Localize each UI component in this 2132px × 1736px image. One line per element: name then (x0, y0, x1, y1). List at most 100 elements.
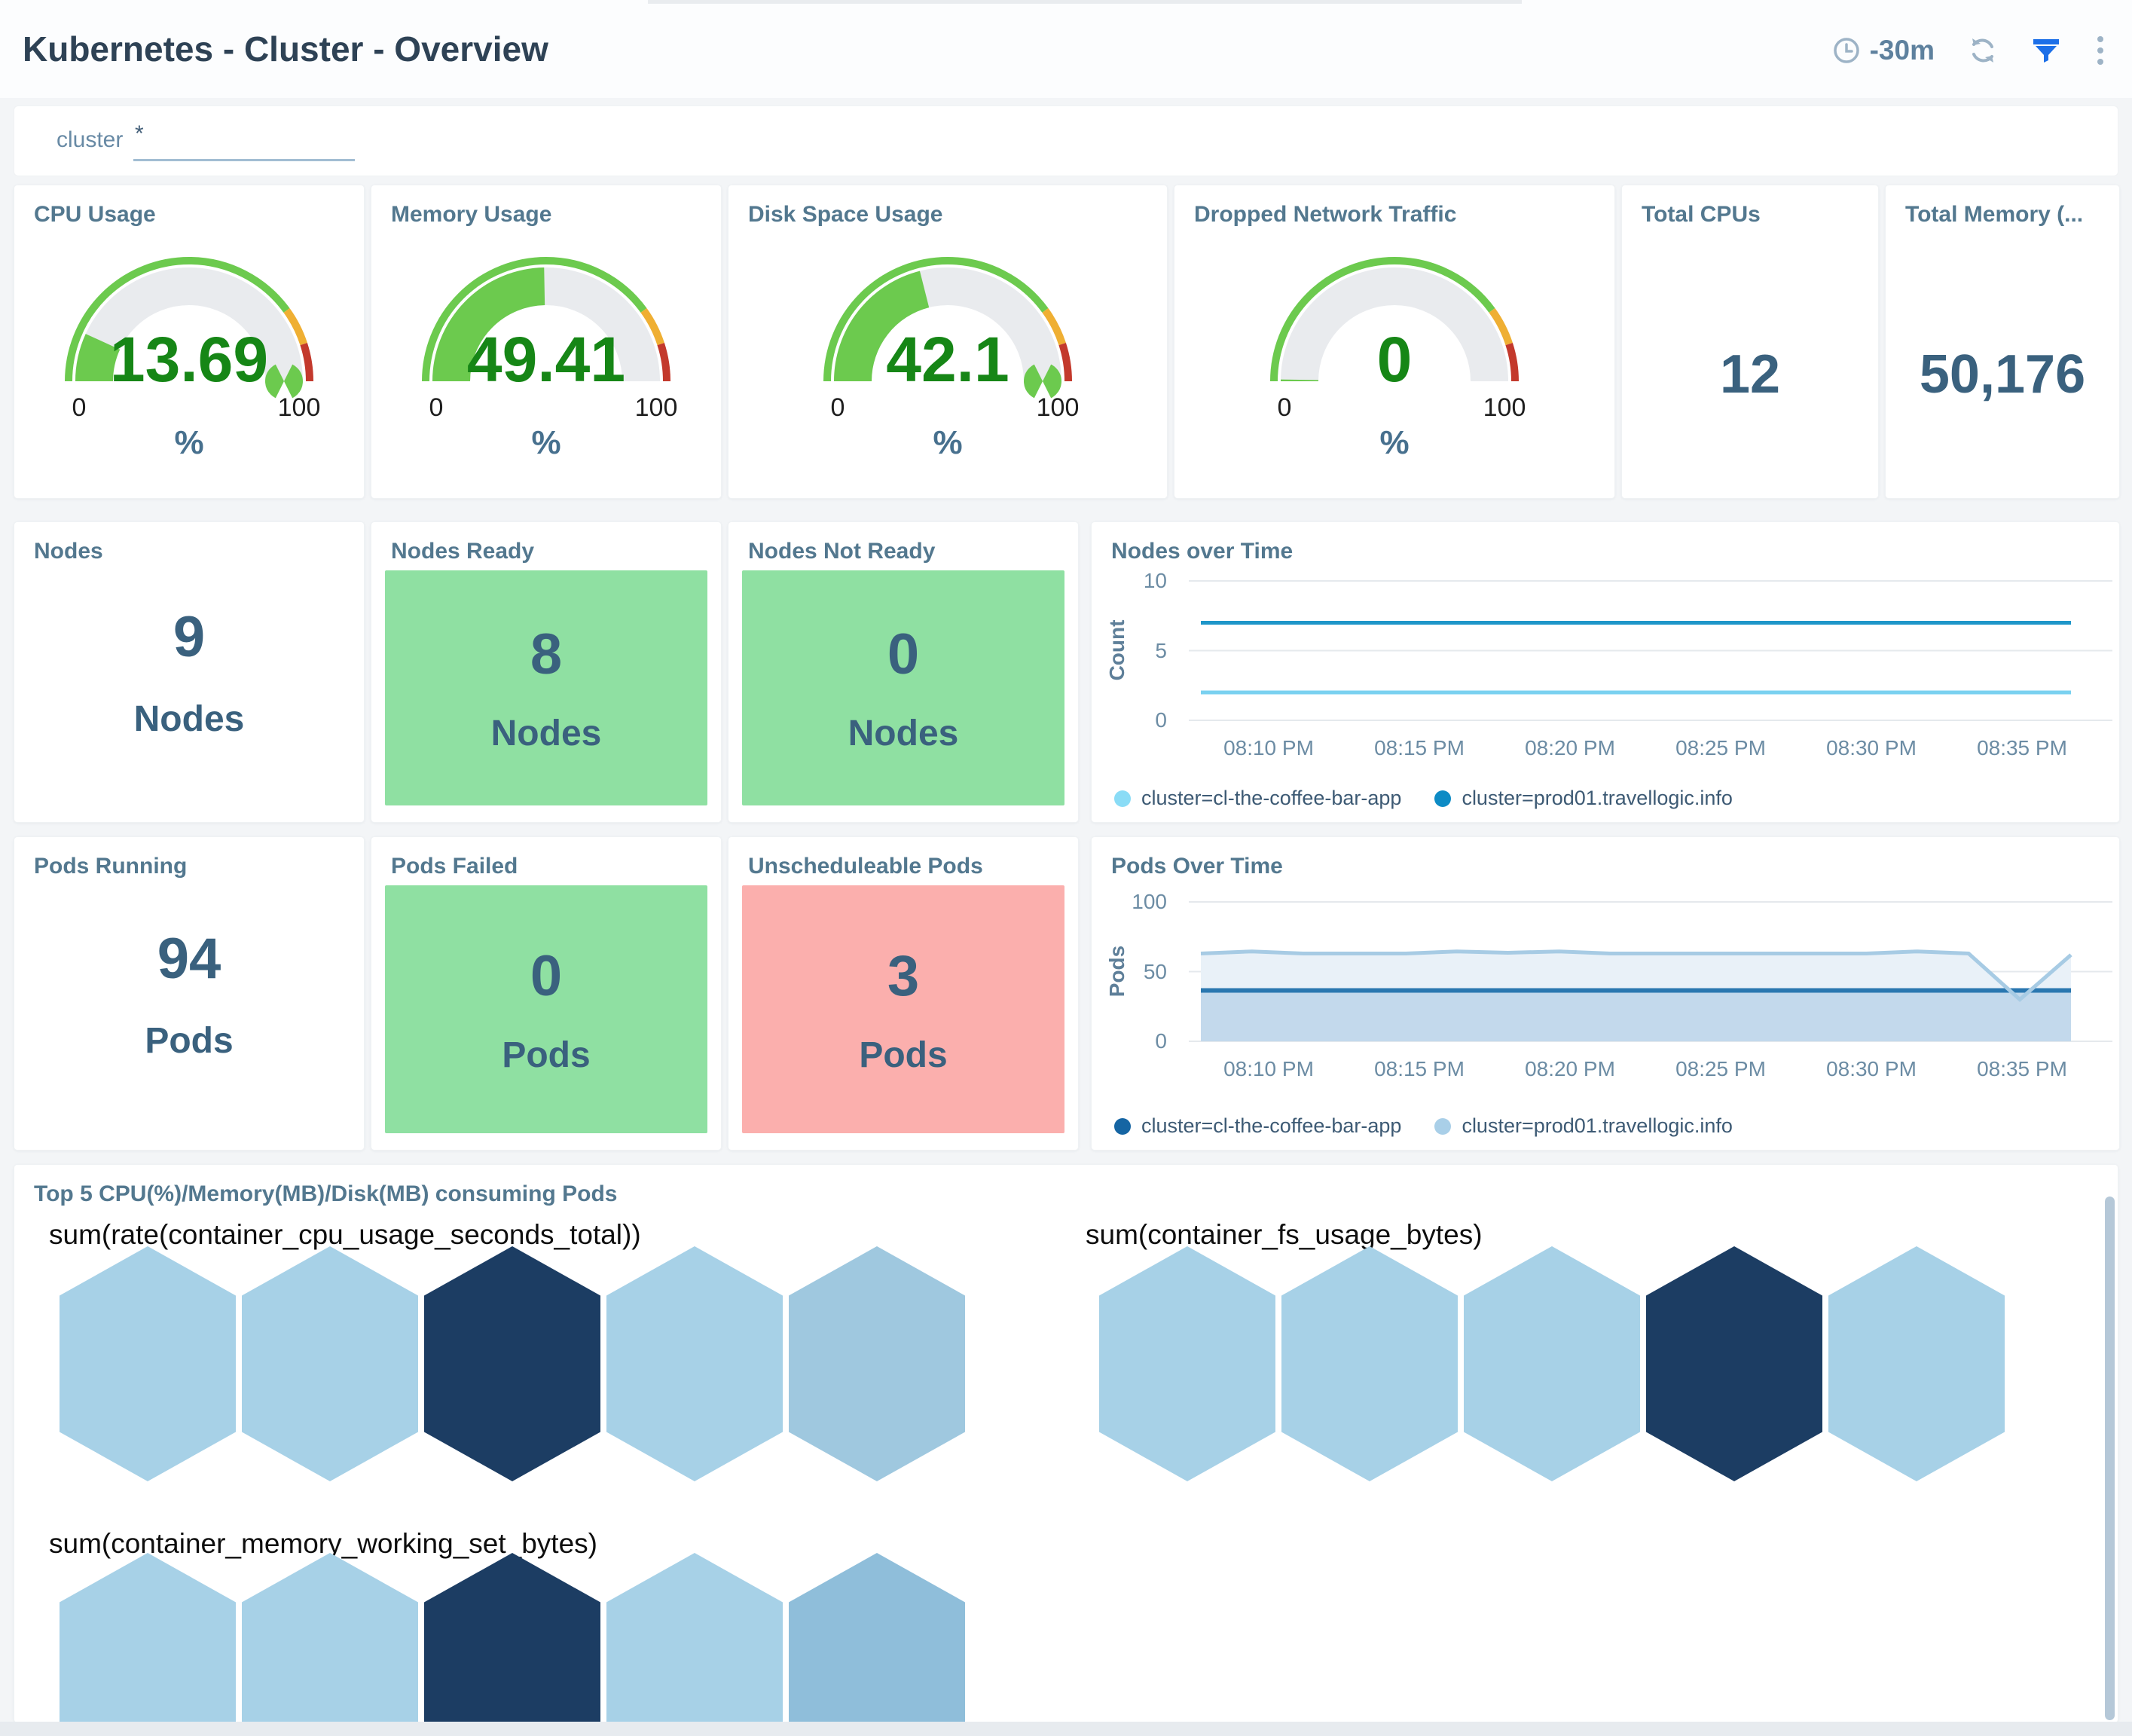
legend-item[interactable]: cluster=prod01.travellogic.info (1434, 787, 1732, 810)
line-chart (1178, 575, 2112, 726)
panel-unscheduleable-pods: Unscheduleable Pods 3 Pods (728, 836, 1079, 1151)
x-tick-label: 08:10 PM (1193, 736, 1344, 760)
gauge-value: 0 (1377, 324, 1413, 395)
header-controls: -30m (1832, 33, 2106, 68)
x-tick-label: 08:10 PM (1193, 1057, 1344, 1081)
y-tick-label: 0 (1122, 1029, 1167, 1053)
time-range-button[interactable]: -30m (1832, 35, 1935, 66)
status-block-green: 0 Nodes (742, 570, 1064, 805)
y-axis-ticks: 100500 (1122, 896, 1167, 1047)
x-axis-ticks: 08:10 PM08:15 PM08:20 PM08:25 PM08:30 PM… (1178, 1057, 2112, 1084)
stat-value: 50,176 (1886, 344, 2119, 405)
gauge-unit: % (174, 424, 203, 462)
x-tick-label: 08:25 PM (1645, 1057, 1796, 1081)
legend-label: cluster=cl-the-coffee-bar-app (1141, 1114, 1401, 1138)
honeycomb-cell (606, 1553, 783, 1723)
panel-title: Dropped Network Traffic (1194, 202, 1456, 228)
panel-cpu-usage: CPU Usage 13.69 0 100 % (14, 185, 365, 499)
kpi: 0 Nodes (742, 570, 1064, 805)
x-tick-label: 08:15 PM (1344, 1057, 1495, 1081)
gauge-max-label: 100 (278, 393, 321, 422)
area-chart (1178, 896, 2112, 1047)
chart-legend: cluster=cl-the-coffee-bar-app cluster=pro… (1114, 1114, 1733, 1138)
gauge-min-label: 0 (429, 393, 444, 422)
panel-memory-usage: Memory Usage 49.41 0 100 % (371, 185, 722, 499)
legend-item[interactable]: cluster=prod01.travellogic.info (1434, 1114, 1732, 1138)
honeycomb-cell (1464, 1246, 1640, 1481)
kpi-value: 8 (530, 622, 562, 687)
honeycomb-cell (60, 1553, 236, 1723)
panel-nodes-ready: Nodes Ready 8 Nodes (371, 521, 722, 823)
panel-title: Pods Over Time (1111, 854, 1283, 879)
kubernetes-cluster-overview-dashboard: Kubernetes - Cluster - Overview -30m (0, 0, 2132, 1736)
kpi: 94 Pods (14, 837, 364, 1150)
time-range-label: -30m (1870, 35, 1935, 66)
gauge-min-label: 0 (72, 393, 87, 422)
y-axis-ticks: 1050 (1122, 575, 1167, 726)
panel-total-cpus: Total CPUs 12 (1621, 185, 1879, 499)
honeycomb-cell (1828, 1246, 2005, 1481)
panel-title: Nodes Not Ready (748, 539, 935, 564)
y-tick-label: 100 (1122, 890, 1167, 914)
panel-title: Disk Space Usage (748, 202, 942, 228)
panel-pods-running: Pods Running 94 Pods (14, 836, 365, 1151)
kpi-unit: Nodes (491, 713, 602, 754)
kpi-unit: Nodes (848, 713, 959, 754)
gauge-value: 42.1 (886, 324, 1009, 395)
y-tick-label: 10 (1122, 569, 1167, 593)
x-tick-label: 08:30 PM (1796, 736, 1947, 760)
page-title: Kubernetes - Cluster - Overview (23, 29, 548, 69)
x-axis-ticks: 08:10 PM08:15 PM08:20 PM08:25 PM08:30 PM… (1178, 736, 2112, 763)
panel-title: Nodes over Time (1111, 539, 1293, 564)
kpi: 8 Nodes (385, 570, 707, 805)
legend-label: cluster=prod01.travellogic.info (1462, 787, 1732, 810)
kpi-value: 3 (887, 943, 919, 1009)
y-tick-label: 0 (1122, 708, 1167, 732)
section-title: Top 5 CPU(%)/Memory(MB)/Disk(MB) consumi… (34, 1181, 617, 1207)
filter-bar: cluster * (14, 105, 2118, 176)
status-block-green: 0 Pods (385, 885, 707, 1133)
honeycomb-cell (789, 1553, 965, 1723)
legend-item[interactable]: cluster=cl-the-coffee-bar-app (1114, 1114, 1401, 1138)
plot-area (1178, 575, 2112, 726)
gauge-chart: 0 0 100 (1259, 246, 1530, 423)
x-tick-label: 08:15 PM (1344, 736, 1495, 760)
gauge-chart: 42.1 0 100 (812, 246, 1083, 423)
refresh-icon[interactable] (1968, 35, 1998, 66)
gauge: 13.69 0 100 % (14, 246, 364, 462)
kpi: 9 Nodes (14, 522, 364, 822)
gauge: 42.1 0 100 % (728, 246, 1167, 462)
gauge-max-label: 100 (1037, 393, 1080, 422)
honeycomb-cell (789, 1246, 965, 1481)
gauge-unit: % (933, 424, 962, 462)
panel-title: Total CPUs (1642, 202, 1761, 228)
cluster-filter-input[interactable] (133, 127, 355, 161)
gauge-value: 13.69 (110, 324, 268, 395)
panel-pods-over-time: Pods Over Time Pods 100500 08:10 PM08:15… (1091, 836, 2120, 1151)
legend-dot (1434, 1118, 1451, 1135)
filter-icon[interactable] (2031, 35, 2061, 66)
panel-title: Memory Usage (391, 202, 551, 228)
y-tick-label: 5 (1122, 639, 1167, 663)
legend-dot (1114, 790, 1131, 807)
kpi-value: 0 (887, 622, 919, 687)
header: Kubernetes - Cluster - Overview -30m (0, 0, 2132, 98)
vertical-scrollbar-thumb[interactable] (2105, 1197, 2115, 1720)
legend-label: cluster=cl-the-coffee-bar-app (1141, 787, 1401, 810)
gauge-max-label: 100 (635, 393, 678, 422)
kpi-unit: Pods (859, 1035, 947, 1076)
panel-nodes-not-ready: Nodes Not Ready 0 Nodes (728, 521, 1079, 823)
panel-title: Unscheduleable Pods (748, 854, 983, 879)
honeycomb-cell (424, 1246, 600, 1481)
honeycomb-title: sum(container_fs_usage_bytes) (1086, 1219, 1483, 1251)
gauge-max-label: 100 (1483, 393, 1526, 422)
legend-label: cluster=prod01.travellogic.info (1462, 1114, 1732, 1138)
panel-top5-consuming-pods: Top 5 CPU(%)/Memory(MB)/Disk(MB) consumi… (14, 1164, 2118, 1723)
kebab-menu-icon[interactable] (2094, 33, 2106, 68)
kpi-unit: Pods (145, 1020, 233, 1062)
x-tick-label: 08:20 PM (1495, 1057, 1645, 1081)
gauge-min-label: 0 (1278, 393, 1292, 422)
chart-legend: cluster=cl-the-coffee-bar-app cluster=pro… (1114, 787, 1733, 810)
panel-nodes: Nodes 9 Nodes (14, 521, 365, 823)
legend-item[interactable]: cluster=cl-the-coffee-bar-app (1114, 787, 1401, 810)
